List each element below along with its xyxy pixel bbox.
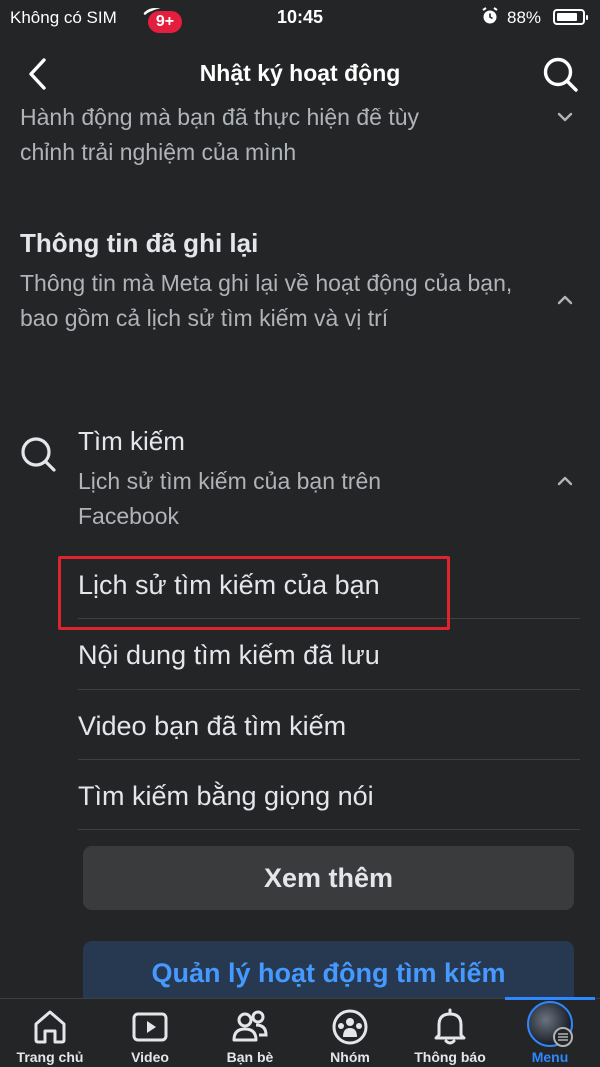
tab-home[interactable]: Trang chủ	[0, 1005, 100, 1067]
tab-notifications[interactable]: Thông báo	[400, 1005, 500, 1067]
status-bar: Không có SIM 10:45 88%	[0, 0, 600, 36]
list-item-video-searches[interactable]: Video bạn đã tìm kiếm	[78, 691, 580, 762]
tab-label: Bạn bè	[226, 1049, 274, 1065]
header: Nhật ký hoạt động	[0, 36, 600, 108]
tab-label: Thông báo	[414, 1049, 486, 1065]
see-more-button[interactable]: Xem thêm	[83, 846, 574, 910]
tab-friends[interactable]: Bạn bè	[200, 1005, 300, 1067]
prev-section-desc-line2: chỉnh trải nghiệm của mình	[20, 139, 297, 165]
tab-bar: Trang chủ Video Bạn bè Nhóm Thông báo Me…	[0, 997, 600, 1067]
tab-groups[interactable]: Nhóm	[300, 1005, 400, 1067]
groups-icon	[332, 1009, 368, 1045]
logged-info-desc: Thông tin mà Meta ghi lại về hoạt động c…	[20, 270, 513, 331]
menu-lines-icon	[553, 1027, 573, 1047]
divider	[78, 759, 580, 760]
video-icon	[132, 1012, 168, 1042]
activity-log-content: Hành động mà bạn đã thực hiện để tùy chỉ…	[0, 108, 600, 998]
prev-section-desc-line1: Hành động mà bạn đã thực hiện để tùy	[20, 108, 420, 130]
friends-icon	[232, 1010, 268, 1042]
battery-icon	[553, 9, 588, 25]
tab-label: Video	[131, 1049, 169, 1065]
tab-label: Nhóm	[330, 1049, 370, 1065]
video-notification-badge: 9+	[146, 9, 184, 35]
divider	[78, 689, 580, 690]
search-icon[interactable]	[540, 54, 580, 94]
active-tab-indicator	[505, 997, 595, 1000]
list-item-search-history[interactable]: Lịch sử tìm kiếm của bạn	[78, 550, 580, 621]
search-section-title[interactable]: Tìm kiếm	[78, 426, 185, 457]
tab-video[interactable]: Video	[100, 1005, 200, 1067]
chevron-up-icon[interactable]	[555, 293, 575, 307]
search-icon	[21, 437, 56, 472]
tab-label: Trang chủ	[16, 1049, 84, 1065]
home-icon	[34, 1010, 66, 1044]
alarm-icon	[482, 7, 498, 24]
list-item-voice-searches[interactable]: Tìm kiếm bằng giọng nói	[78, 761, 580, 832]
bell-icon	[434, 1008, 466, 1045]
divider	[78, 618, 580, 619]
divider	[78, 829, 580, 830]
battery-percent: 88%	[507, 8, 542, 27]
logged-info-title[interactable]: Thông tin đã ghi lại	[20, 228, 258, 259]
prev-section-desc: Hành động mà bạn đã thực hiện để tùy chỉ…	[20, 108, 540, 170]
search-section-desc: Lịch sử tìm kiếm của bạn trên Facebook	[78, 468, 382, 529]
manage-search-activity-button[interactable]: Quản lý hoạt động tìm kiếm	[83, 941, 574, 998]
page-title: Nhật ký hoạt động	[199, 60, 401, 86]
chevron-down-icon[interactable]	[555, 110, 575, 124]
list-item-saved-searches[interactable]: Nội dung tìm kiếm đã lưu	[78, 620, 580, 691]
tab-label: Menu	[531, 1049, 569, 1065]
chevron-up-icon[interactable]	[555, 474, 575, 488]
